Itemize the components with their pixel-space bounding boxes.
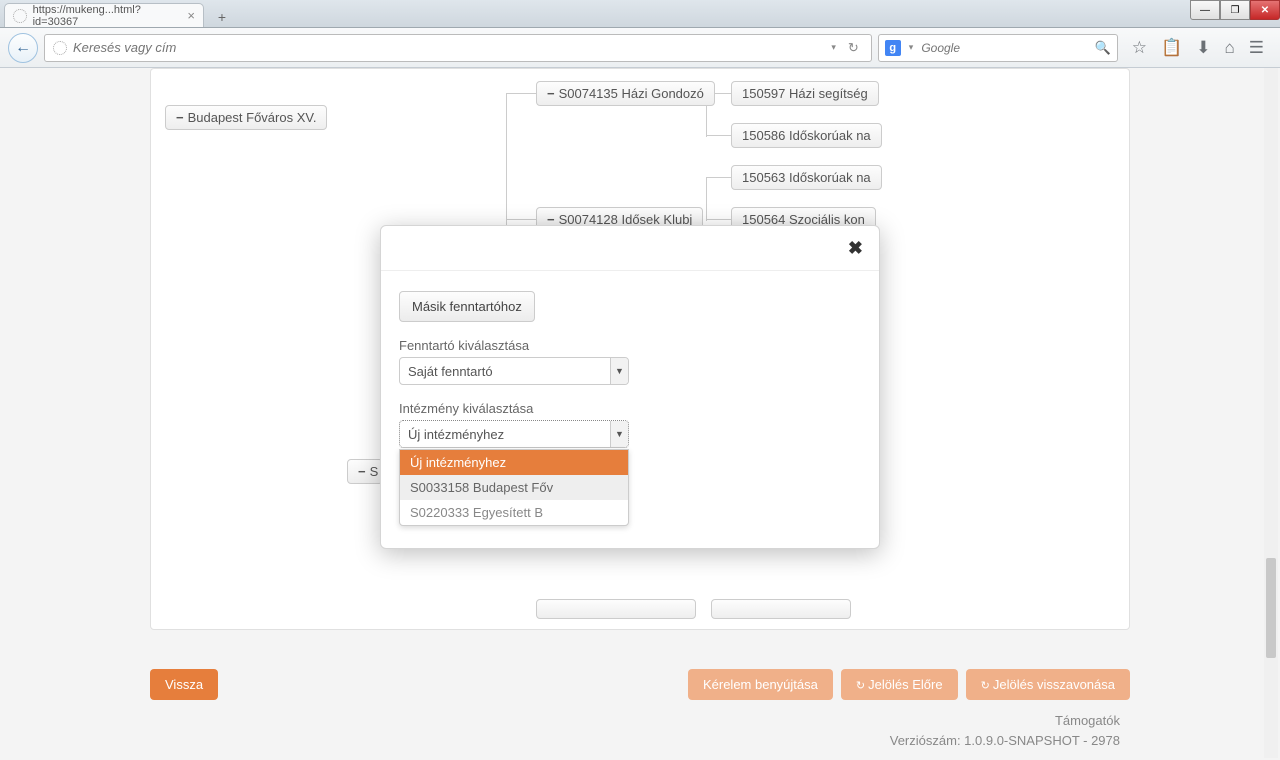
dropdown-list: Új intézményhez S0033158 Budapest Főv S0…	[399, 449, 629, 526]
connector	[706, 177, 707, 221]
collapse-icon[interactable]: −	[176, 110, 184, 125]
reload-icon[interactable]: ↻	[844, 40, 863, 56]
chevron-down-icon[interactable]: ▼	[610, 421, 628, 447]
other-maintainer-button[interactable]: Másik fenntartóhoz	[399, 291, 535, 322]
tree-node-root[interactable]: − Budapest Főváros XV.	[165, 105, 327, 130]
minimize-button[interactable]: —	[1190, 0, 1220, 20]
vertical-scrollbar[interactable]	[1264, 68, 1278, 758]
tab-strip: https://mukeng...html?id=30367 × +	[0, 0, 1280, 28]
node-label: S0074135 Házi Gondozó	[559, 86, 704, 101]
back-button[interactable]: ←	[8, 33, 38, 63]
node-label: S	[370, 464, 379, 479]
chevron-down-icon[interactable]: ▼	[610, 358, 628, 384]
dropdown-option[interactable]: S0220333 Egyesített B	[400, 500, 628, 525]
undo-mark-button[interactable]: ↻ Jelölés visszavonása	[966, 669, 1130, 700]
new-tab-button[interactable]: +	[210, 7, 234, 27]
tree-node[interactable]: 150597 Házi segítség	[731, 81, 879, 106]
window-close-button[interactable]: ✕	[1250, 0, 1280, 20]
search-input[interactable]	[921, 41, 1088, 55]
tab-close-icon[interactable]: ×	[187, 8, 195, 23]
tree-node[interactable]: − S0074135 Házi Gondozó	[536, 81, 715, 106]
globe-icon	[13, 9, 27, 23]
search-box[interactable]: g ▾ 🔍	[878, 34, 1118, 62]
submit-request-button[interactable]: Kérelem benyújtása	[688, 669, 833, 700]
institution-select[interactable]: Új intézményhez ▼ Új intézményhez S00331…	[399, 420, 629, 448]
sponsors-link[interactable]: Támogatók	[890, 711, 1120, 731]
nav-bar: ← ▾ ↻ g ▾ 🔍 ☆ 📋 ⬇ ⌂ ☰	[0, 28, 1280, 68]
version-text: Verziószám: 1.0.9.0-SNAPSHOT - 2978	[890, 731, 1120, 751]
downloads-icon[interactable]: ⬇	[1196, 38, 1210, 58]
menu-icon[interactable]: ☰	[1249, 38, 1264, 58]
label: Jelölés Előre	[868, 677, 942, 692]
url-input[interactable]	[73, 40, 823, 55]
chevron-down-icon[interactable]: ▾	[907, 42, 916, 53]
back-button[interactable]: Vissza	[150, 669, 218, 700]
footer-bar: Vissza Kérelem benyújtása ↻ Jelölés Előr…	[150, 669, 1130, 700]
address-bar[interactable]: ▾ ↻	[44, 34, 872, 62]
connector	[706, 219, 731, 220]
node-label: 150597 Házi segítség	[742, 86, 868, 101]
tree-node-partial[interactable]: − S	[347, 459, 383, 484]
select-value: Új intézményhez	[400, 427, 610, 442]
maximize-button[interactable]: ❐	[1220, 0, 1250, 20]
move-dialog: ✖ Másik fenntartóhoz Fenntartó kiválaszt…	[380, 225, 880, 549]
node-label: 150563 Időskorúak na	[742, 170, 871, 185]
node-label: 150586 Időskorúak na	[742, 128, 871, 143]
google-icon: g	[885, 40, 901, 56]
label: Jelölés visszavonása	[993, 677, 1115, 692]
tab-title: https://mukeng...html?id=30367	[33, 4, 182, 28]
connector	[506, 219, 536, 220]
home-icon[interactable]: ⌂	[1224, 38, 1234, 58]
maintainer-label: Fenntartó kiválasztása	[399, 338, 861, 353]
globe-icon	[53, 41, 67, 55]
tree-node[interactable]: 150563 Időskorúak na	[731, 165, 882, 190]
collapse-icon[interactable]: −	[547, 86, 555, 101]
scrollbar-thumb[interactable]	[1266, 558, 1276, 658]
browser-tab[interactable]: https://mukeng...html?id=30367 ×	[4, 3, 204, 27]
institution-label: Intézmény kiválasztása	[399, 401, 861, 416]
tree-node[interactable]: 150586 Időskorúak na	[731, 123, 882, 148]
bookmark-star-icon[interactable]: ☆	[1132, 38, 1147, 58]
tree-node-obscured	[536, 599, 696, 619]
chevron-down-icon[interactable]: ▾	[829, 42, 838, 53]
footer-info: Támogatók Verziószám: 1.0.9.0-SNAPSHOT -…	[890, 711, 1120, 750]
select-value: Saját fenntartó	[400, 364, 610, 379]
connector	[706, 177, 731, 178]
mark-forward-button[interactable]: ↻ Jelölés Előre	[841, 669, 958, 700]
dialog-header: ✖	[381, 226, 879, 271]
close-icon[interactable]: ✖	[848, 238, 863, 259]
search-icon[interactable]: 🔍	[1095, 40, 1111, 56]
node-label: Budapest Főváros XV.	[188, 110, 317, 125]
tree-node-obscured	[711, 599, 851, 619]
clipboard-icon[interactable]: 📋	[1161, 38, 1182, 58]
maintainer-select[interactable]: Saját fenntartó ▼	[399, 357, 629, 385]
dropdown-option[interactable]: S0033158 Budapest Főv	[400, 475, 628, 500]
connector	[706, 135, 731, 136]
dropdown-option[interactable]: Új intézményhez	[400, 450, 628, 475]
collapse-icon[interactable]: −	[358, 464, 366, 479]
